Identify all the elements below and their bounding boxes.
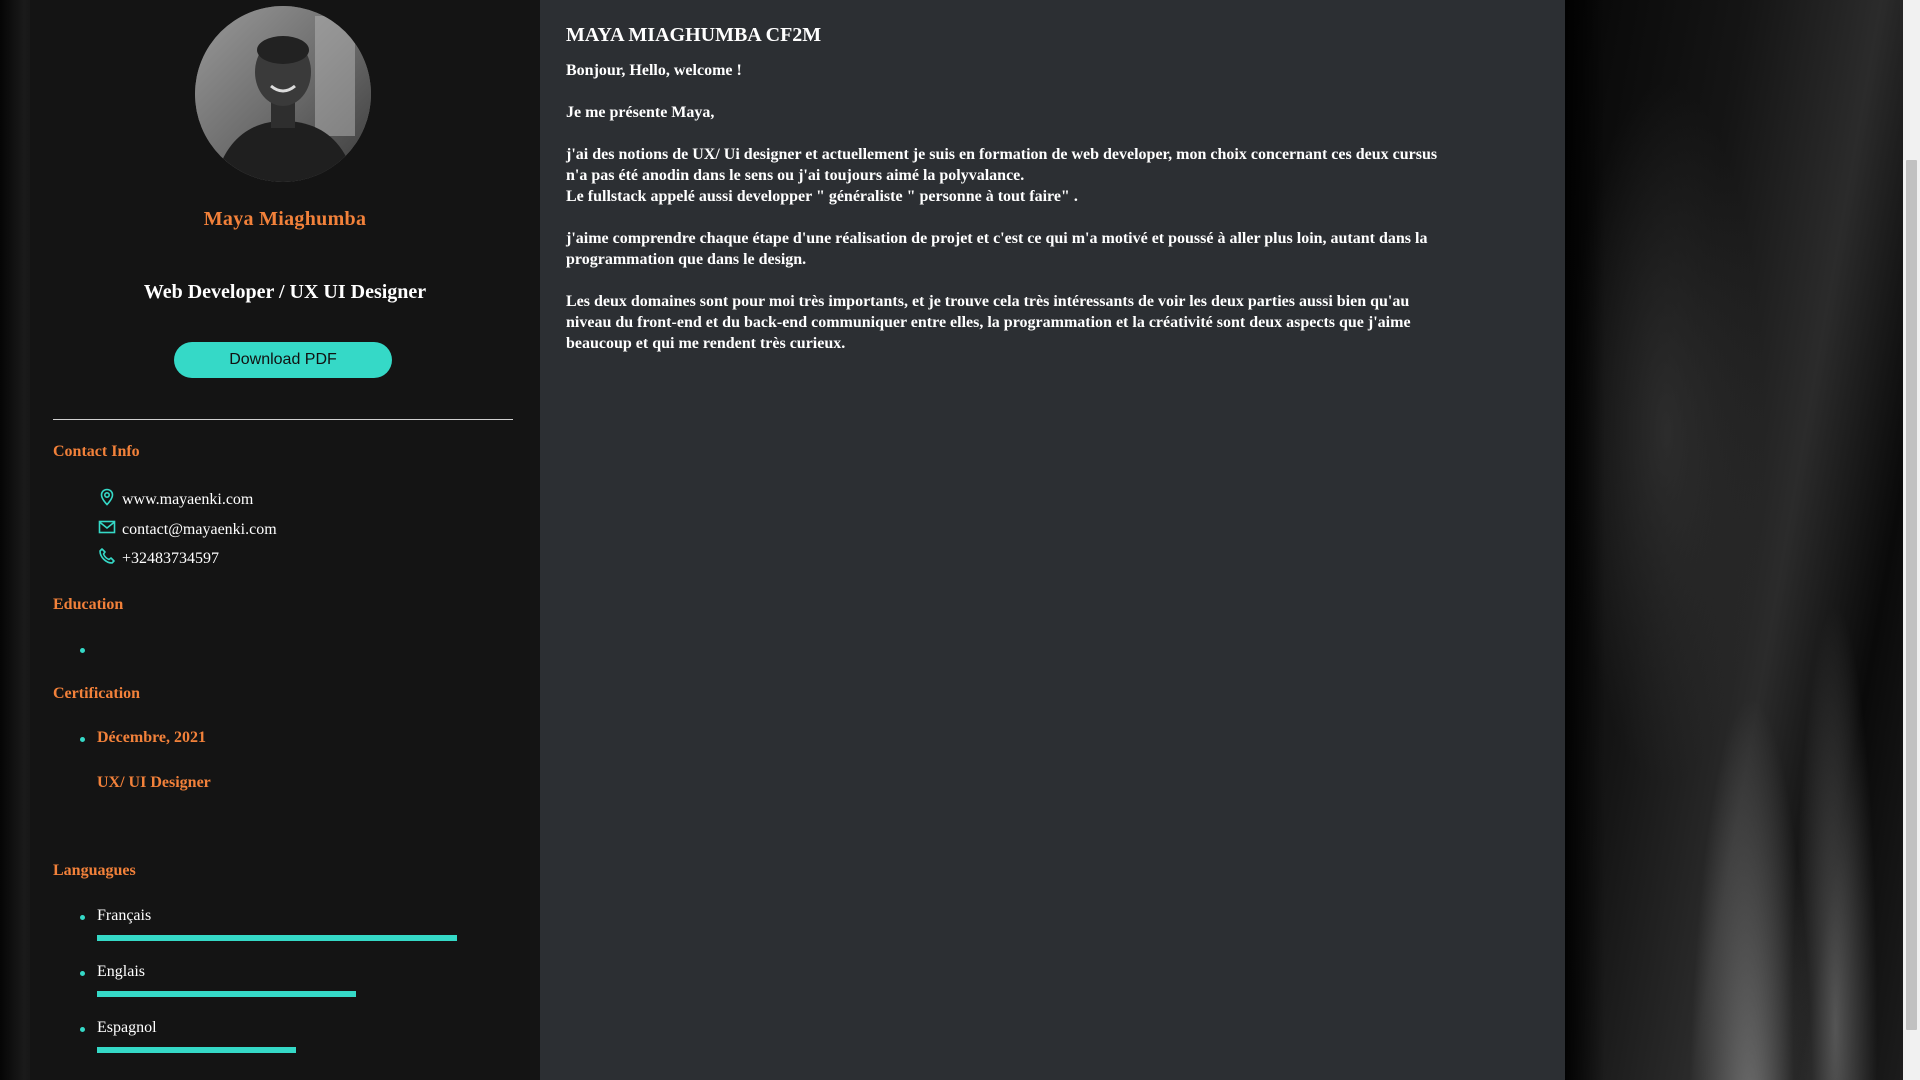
contact-website-text: www.mayaenki.com (122, 491, 254, 508)
language-bar-french (97, 935, 457, 941)
greeting-text: Bonjour, Hello, welcome ! (566, 62, 742, 79)
paragraph-1-line-3: Le fullstack appelé aussi developper " g… (566, 188, 1078, 205)
profile-photo (195, 6, 371, 182)
contact-email[interactable]: contact@mayaenki.com (98, 520, 277, 539)
education-bullet (80, 648, 85, 653)
mail-icon (98, 520, 116, 534)
language-bullet (80, 1027, 85, 1032)
page-title: MAYA MIAGHUMBA CF2M (566, 24, 822, 46)
divider (53, 419, 513, 420)
phone-icon (99, 548, 115, 564)
certification-date: Décembre, 2021 (97, 729, 206, 746)
certification-name: UX/ UI Designer (97, 774, 211, 791)
language-bullet (80, 915, 85, 920)
download-pdf-button[interactable]: Download PDF (174, 342, 392, 378)
sidebar: Maya Miaghumba Web Developer / UX UI Des… (30, 0, 540, 1080)
certification-bullet (80, 737, 85, 742)
certification-heading: Certification (53, 685, 141, 702)
education-heading: Education (53, 596, 124, 613)
contact-phone-text: +32483734597 (122, 550, 220, 567)
profile-name: Maya Miaghumba (203, 208, 367, 230)
languages-heading: Languagues (53, 862, 136, 879)
paragraph-3-line-2: niveau du front-end et du back-end commu… (566, 314, 1411, 331)
language-label-french: Français (97, 907, 152, 924)
contact-phone[interactable]: +32483734597 (98, 548, 220, 568)
contact-email-text: contact@mayaenki.com (122, 521, 277, 538)
language-label-spanish: Espagnol (97, 1019, 157, 1036)
main-content: MAYA MIAGHUMBA CF2M Bonjour, Hello, welc… (540, 0, 1565, 1080)
paragraph-1-line-1: j'ai des notions de UX/ Ui designer et a… (566, 146, 1438, 163)
avatar (195, 6, 371, 182)
profile-role: Web Developer / UX UI Designer (143, 281, 427, 303)
paragraph-3-line-3: beaucoup et qui me rendent très curieux. (566, 335, 846, 352)
language-bullet (80, 971, 85, 976)
language-bar-spanish (97, 1047, 296, 1053)
scrollbar-thumb[interactable] (1906, 160, 1917, 1030)
paragraph-3-line-1: Les deux domaines sont pour moi très imp… (566, 293, 1410, 310)
background-silk-image (1565, 0, 1903, 1080)
contact-info-heading: Contact Info (53, 443, 140, 460)
paragraph-2-line-2: programmation que dans le design. (566, 251, 807, 268)
paragraph-2-line-1: j'aime comprendre chaque étape d'une réa… (566, 230, 1428, 247)
contact-website[interactable]: www.mayaenki.com (98, 488, 254, 509)
language-bar-english (97, 991, 356, 997)
language-label-english: Englais (97, 963, 145, 980)
paragraph-1-line-2: n'a pas été anodin dans le sens ou j'ai … (566, 167, 1025, 184)
vertical-scrollbar[interactable] (1903, 0, 1920, 1080)
intro-text: Je me présente Maya, (566, 104, 715, 121)
location-pin-icon (100, 488, 114, 506)
